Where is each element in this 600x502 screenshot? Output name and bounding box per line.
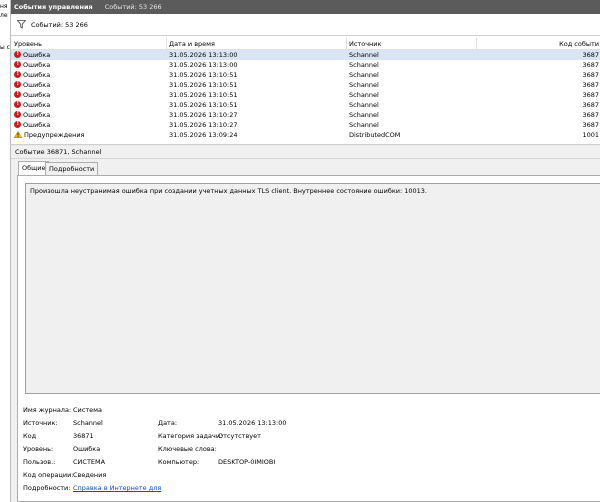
row-source: Schannel bbox=[349, 111, 379, 119]
table-row[interactable]: Предупреждения 31.05.2026 13:09:24 Distr… bbox=[11, 130, 600, 140]
view-title-bar: События управления Событий: 53 266 bbox=[11, 0, 600, 14]
table-row[interactable]: Ошибка 31.05.2026 13:13:00 Schannel 3687 bbox=[11, 50, 600, 60]
error-icon bbox=[14, 90, 21, 98]
user-label: Пользов.: bbox=[23, 458, 56, 466]
row-level: Ошибка bbox=[23, 81, 51, 89]
row-date: 31.05.2026 13:10:27 bbox=[169, 121, 238, 129]
row-code: 3687 bbox=[582, 91, 599, 99]
source-value: Schannel bbox=[73, 419, 103, 427]
opcode-value: Сведения bbox=[73, 471, 107, 479]
row-date: 31.05.2026 13:13:00 bbox=[169, 61, 238, 69]
table-row[interactable]: Ошибка 31.05.2026 13:10:51 Schannel 3687 bbox=[11, 90, 600, 100]
events-table[interactable]: Уровень Дата и время Источник Код событи… bbox=[11, 38, 600, 144]
error-icon bbox=[14, 50, 21, 58]
table-row[interactable]: Ошибка 31.05.2026 13:10:51 Schannel 3687 bbox=[11, 100, 600, 110]
row-level: Ошибка bbox=[23, 71, 51, 79]
level-value: Ошибка bbox=[73, 445, 101, 453]
table-header: Уровень Дата и время Источник Код событи bbox=[11, 38, 600, 50]
table-row[interactable]: Ошибка 31.05.2026 13:10:27 Schannel 3687 bbox=[11, 110, 600, 120]
row-source: Schannel bbox=[349, 71, 379, 79]
row-code: 3687 bbox=[582, 81, 599, 89]
filter-icon[interactable] bbox=[17, 20, 26, 29]
column-header-source[interactable]: Источник bbox=[346, 38, 476, 50]
event-details-header: Событие 36871, Schannel bbox=[11, 146, 600, 159]
date-label: Дата: bbox=[158, 419, 178, 427]
row-level: Ошибка bbox=[23, 111, 51, 119]
computer-label: Компьютер: bbox=[158, 458, 200, 466]
error-icon bbox=[14, 120, 21, 128]
table-row[interactable]: Ошибка 31.05.2026 13:10:51 Schannel 3687 bbox=[11, 70, 600, 80]
event-details-pane: Общие Подробности Произошла неустранимая… bbox=[11, 159, 600, 502]
warning-icon bbox=[14, 131, 22, 138]
row-date: 31.05.2026 13:10:51 bbox=[169, 91, 238, 99]
code-label: Код bbox=[23, 432, 37, 440]
row-code: 3687 bbox=[582, 51, 599, 59]
column-header-code[interactable]: Код событи bbox=[476, 38, 600, 50]
date-value: 31.05.2026 13:13:00 bbox=[218, 419, 287, 427]
view-title: События управления bbox=[14, 3, 93, 11]
row-level: Ошибка bbox=[23, 61, 51, 69]
nav-fragment[interactable]: ня bbox=[0, 3, 8, 10]
row-code: 1001 bbox=[582, 131, 599, 139]
nav-fragment[interactable]: ле bbox=[0, 12, 8, 19]
row-source: Schannel bbox=[349, 61, 379, 69]
row-level: Ошибка bbox=[23, 121, 51, 129]
error-icon bbox=[14, 110, 21, 118]
user-value: СИСТЕМА bbox=[73, 458, 106, 466]
log-name-label: Имя журнала: bbox=[23, 406, 72, 414]
log-name-value: Система bbox=[73, 406, 103, 414]
more-info-label: Подробности: bbox=[23, 484, 71, 492]
row-code: 3687 bbox=[582, 121, 599, 129]
error-icon bbox=[14, 100, 21, 108]
table-row[interactable]: Ошибка 31.05.2026 13:10:51 Schannel 3687 bbox=[11, 80, 600, 90]
error-icon bbox=[14, 70, 21, 78]
row-code: 3687 bbox=[582, 61, 599, 69]
row-date: 31.05.2026 13:09:24 bbox=[169, 131, 238, 139]
row-code: 3687 bbox=[582, 111, 599, 119]
task-category-label: Категория задачи: bbox=[158, 432, 223, 440]
table-row[interactable]: Ошибка 31.05.2026 13:13:00 Schannel 3687 bbox=[11, 60, 600, 70]
row-source: Schannel bbox=[349, 121, 379, 129]
filter-bar: Событий: 53 266 bbox=[11, 14, 600, 36]
computer-value: DESKTOP-0IMIOBI bbox=[218, 458, 276, 466]
error-icon bbox=[14, 80, 21, 88]
row-date: 31.05.2026 13:10:51 bbox=[169, 71, 238, 79]
row-date: 31.05.2026 13:10:51 bbox=[169, 101, 238, 109]
column-header-level[interactable]: Уровень bbox=[11, 38, 166, 50]
view-event-count: Событий: 53 266 bbox=[104, 3, 162, 11]
event-message[interactable]: Произошла неустранимая ошибка при создан… bbox=[25, 183, 600, 394]
row-level: Предупреждения bbox=[24, 131, 85, 139]
column-header-date[interactable]: Дата и время bbox=[166, 38, 346, 50]
row-source: Schannel bbox=[349, 81, 379, 89]
row-level: Ошибка bbox=[23, 51, 51, 59]
row-date: 31.05.2026 13:10:27 bbox=[169, 111, 238, 119]
row-date: 31.05.2026 13:10:51 bbox=[169, 81, 238, 89]
tab-details[interactable]: Подробности bbox=[45, 162, 99, 175]
table-row[interactable]: Ошибка 31.05.2026 13:10:27 Schannel 3687 bbox=[11, 120, 600, 130]
error-icon bbox=[14, 60, 21, 68]
row-date: 31.05.2026 13:13:00 bbox=[169, 51, 238, 59]
general-tab-panel: Произошла неустранимая ошибка при создан… bbox=[17, 175, 600, 502]
row-source: Schannel bbox=[349, 91, 379, 99]
row-level: Ошибка bbox=[23, 91, 51, 99]
task-category-value: Отсутствует bbox=[218, 432, 261, 440]
source-label: Источник: bbox=[23, 419, 58, 427]
row-source: Schannel bbox=[349, 51, 379, 59]
row-source: Schannel bbox=[349, 101, 379, 109]
online-help-link[interactable]: Справка в Интернете для bbox=[73, 484, 161, 492]
row-level: Ошибка bbox=[23, 101, 51, 109]
nav-fragment[interactable]: ы с bbox=[0, 44, 10, 51]
row-source: DistributedCOM bbox=[349, 131, 401, 139]
filter-event-count: Событий: 53 266 bbox=[31, 21, 88, 29]
navigation-pane: ня ле ы с bbox=[0, 0, 11, 502]
row-code: 3687 bbox=[582, 101, 599, 109]
keywords-label: Ключевые слова: bbox=[158, 445, 217, 453]
level-label: Уровень: bbox=[23, 445, 54, 453]
row-code: 3687 bbox=[582, 71, 599, 79]
code-value: 36871 bbox=[73, 432, 94, 440]
opcode-label: Код операции: bbox=[23, 471, 74, 479]
